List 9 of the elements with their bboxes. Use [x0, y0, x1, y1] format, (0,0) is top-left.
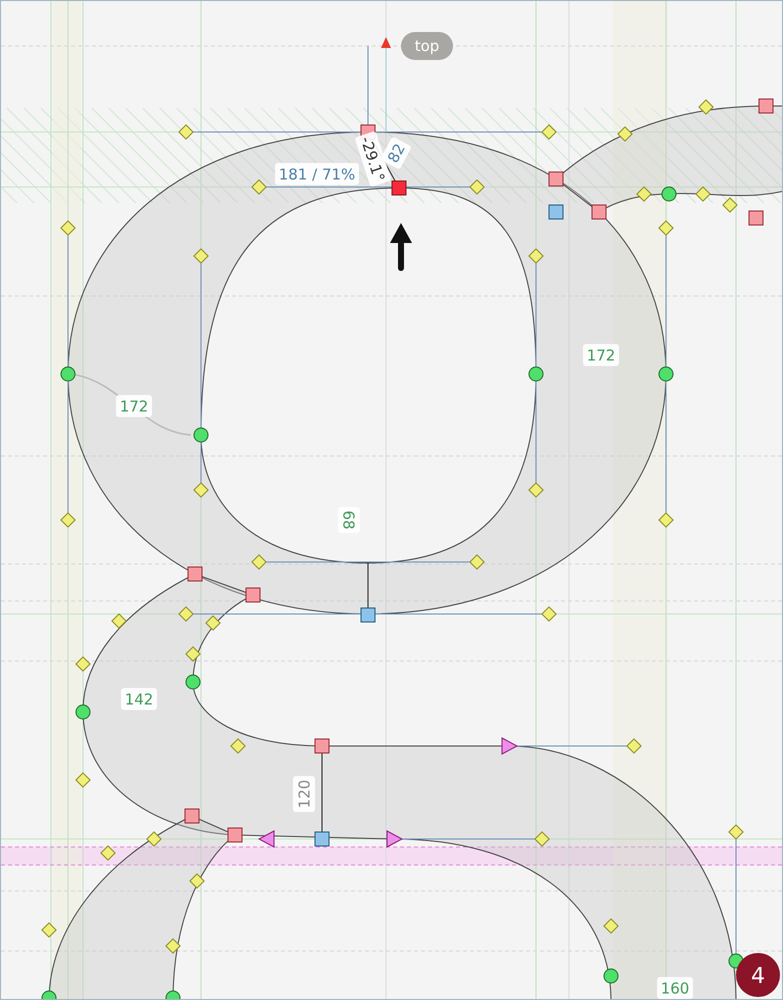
measurement-label: 142	[121, 688, 157, 710]
notification-badge: 4	[736, 953, 780, 997]
measurement-label: 120	[293, 776, 315, 812]
measurement-label: 172	[583, 344, 619, 366]
measurement-label: 68	[338, 507, 360, 533]
anchor-label: top	[401, 32, 453, 60]
measurement-label: 160	[657, 977, 693, 999]
measurement-label: 181 / 71%	[275, 163, 359, 185]
measurement-label: 172	[116, 395, 152, 417]
